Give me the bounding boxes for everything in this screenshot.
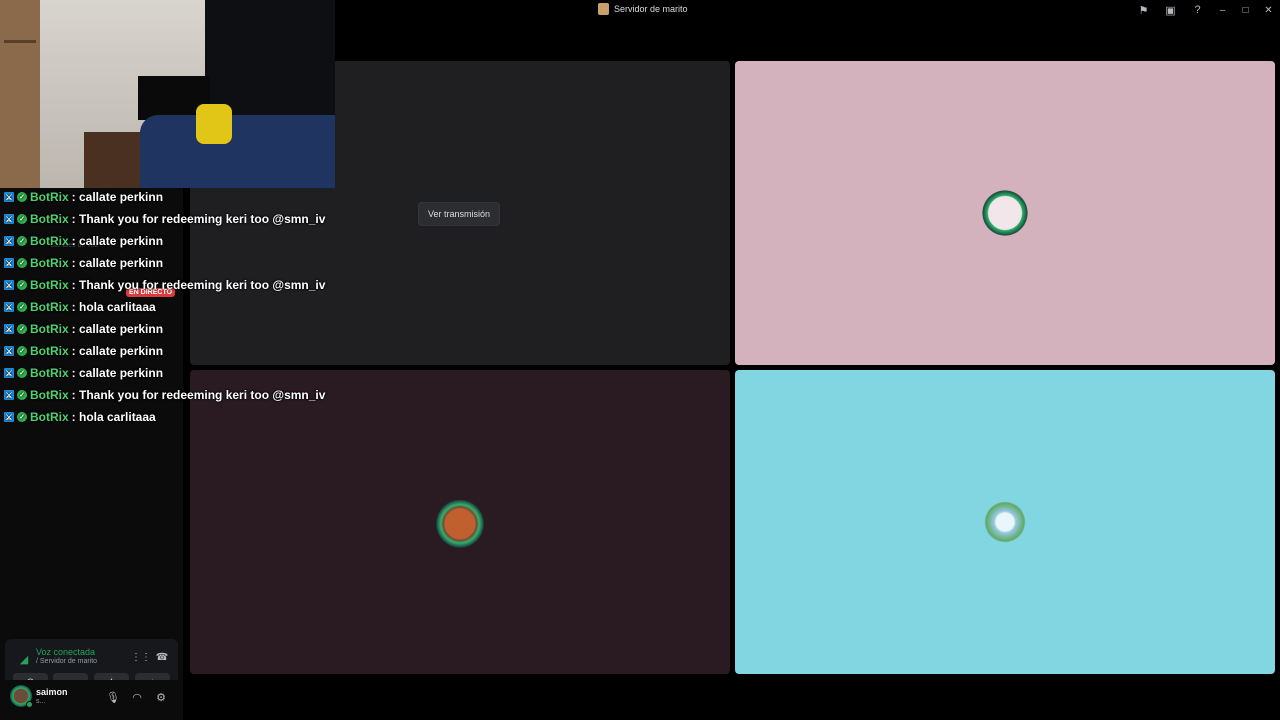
chat-username: BotRix (30, 300, 69, 314)
disconnect-icon[interactable]: ☎ (154, 649, 170, 665)
microphone-icon[interactable]: 🎙 (104, 688, 122, 706)
chat-text: : callate perkinn (71, 366, 164, 380)
webcam-overlay (0, 0, 335, 188)
chat-text: : Thank you for redeeming keri too @smn_… (71, 278, 326, 292)
moderator-badge-icon: ⚔ (4, 192, 14, 202)
minimize-icon[interactable]: – (1211, 0, 1234, 20)
close-icon[interactable]: ✕ (1257, 0, 1280, 20)
participant-avatar (979, 496, 1031, 548)
help-icon[interactable]: ? (1184, 0, 1211, 20)
verified-badge-icon: ✓ (17, 214, 27, 224)
verified-badge-icon: ✓ (17, 390, 27, 400)
voice-status[interactable]: Voz conectada (36, 647, 95, 657)
window-title: Servidor de marito (598, 3, 688, 15)
chat-text: : Thank you for redeeming keri too @smn_… (71, 212, 326, 226)
server-icon (598, 3, 609, 15)
chat-message: ⚔ ✓ BotRix: hola carlitaaa (0, 296, 340, 318)
chat-username: BotRix (30, 322, 69, 336)
signal-icon: ◢ (19, 653, 29, 666)
chat-message: ⚔ ✓ BotRix: callate perkinn (0, 186, 340, 208)
user-panel: saimon s... 🎙 ◠ ⚙ (0, 680, 183, 720)
chat-message: ⚔ ✓ BotRix: Thank you for redeeming keri t… (0, 208, 340, 230)
chat-username: BotRix (30, 388, 69, 402)
chat-username: BotRix (30, 410, 69, 424)
chat-username: BotRix (30, 234, 69, 248)
chat-overlay: ⚔ ✓ BotRix: callate perkinn ⚔ ✓ BotRix: Thank… (0, 186, 340, 428)
verified-badge-icon: ✓ (17, 280, 27, 290)
chat-message: ⚔ ✓ BotRix: callate perkinn (0, 252, 340, 274)
moderator-badge-icon: ⚔ (4, 390, 14, 400)
chat-message: ⚔ ✓ BotRix: Thank you for redeeming keri t… (0, 384, 340, 406)
verified-badge-icon: ✓ (17, 368, 27, 378)
verified-badge-icon: ✓ (17, 412, 27, 422)
chat-username: BotRix (30, 256, 69, 270)
verified-badge-icon: ✓ (17, 192, 27, 202)
chat-username: BotRix (30, 278, 69, 292)
moderator-badge-icon: ⚔ (4, 346, 14, 356)
chat-text: : hola carlitaaa (71, 410, 156, 424)
moderator-badge-icon: ⚔ (4, 302, 14, 312)
inbox-icon[interactable]: ▣ (1157, 0, 1184, 20)
title-actions: ⚑ ▣ ? – □ ✕ (1130, 0, 1280, 20)
participant-tile[interactable] (735, 61, 1275, 365)
chat-username: BotRix (30, 366, 69, 380)
threads-icon[interactable]: ⚑ (1130, 0, 1157, 20)
moderator-badge-icon: ⚔ (4, 236, 14, 246)
chat-message: ⚔ ✓ BotRix: Thank you for redeeming keri t… (0, 274, 340, 296)
participant-avatar (977, 185, 1033, 241)
chat-text: : hola carlitaaa (71, 300, 156, 314)
moderator-badge-icon: ⚔ (4, 214, 14, 224)
chat-message: ⚔ ✓ BotRix: callate perkinn (0, 362, 340, 384)
verified-badge-icon: ✓ (17, 258, 27, 268)
participant-avatar (432, 493, 488, 549)
status-dot (26, 701, 33, 708)
moderator-badge-icon: ⚔ (4, 324, 14, 334)
user-status-text: s... (36, 698, 46, 705)
chat-message: ⚔ ✓ BotRix: hola carlitaaa (0, 406, 340, 428)
maximize-icon[interactable]: □ (1234, 0, 1257, 20)
chat-text: : callate perkinn (71, 322, 164, 336)
window-title-text: Servidor de marito (614, 4, 688, 14)
verified-badge-icon: ✓ (17, 302, 27, 312)
chat-text: : callate perkinn (71, 190, 164, 204)
headphones-icon[interactable]: ◠ (128, 688, 146, 706)
noise-suppression-icon[interactable]: ⋮⋮ (131, 649, 151, 665)
moderator-badge-icon: ⚔ (4, 258, 14, 268)
participant-tile[interactable] (735, 370, 1275, 674)
chat-username: BotRix (30, 190, 69, 204)
chat-text: : callate perkinn (71, 234, 164, 248)
chat-text: : Thank you for redeeming keri too @smn_… (71, 388, 326, 402)
verified-badge-icon: ✓ (17, 236, 27, 246)
voice-server[interactable]: / Servidor de marito (36, 658, 97, 665)
moderator-badge-icon: ⚔ (4, 280, 14, 290)
watch-stream-button[interactable]: Ver transmisión (418, 202, 501, 226)
moderator-badge-icon: ⚔ (4, 412, 14, 422)
chat-message: ⚔ ✓ BotRix: callate perkinn (0, 318, 340, 340)
chat-message: ⚔ ✓ BotRix: callate perkinn (0, 230, 340, 252)
chat-message: ⚔ ✓ BotRix: callate perkinn (0, 340, 340, 362)
username[interactable]: saimon (36, 687, 68, 697)
chat-text: : callate perkinn (71, 344, 164, 358)
chat-username: BotRix (30, 212, 69, 226)
verified-badge-icon: ✓ (17, 324, 27, 334)
gear-icon[interactable]: ⚙ (152, 688, 170, 706)
chat-text: : callate perkinn (71, 256, 164, 270)
verified-badge-icon: ✓ (17, 346, 27, 356)
chat-username: BotRix (30, 344, 69, 358)
moderator-badge-icon: ⚔ (4, 368, 14, 378)
